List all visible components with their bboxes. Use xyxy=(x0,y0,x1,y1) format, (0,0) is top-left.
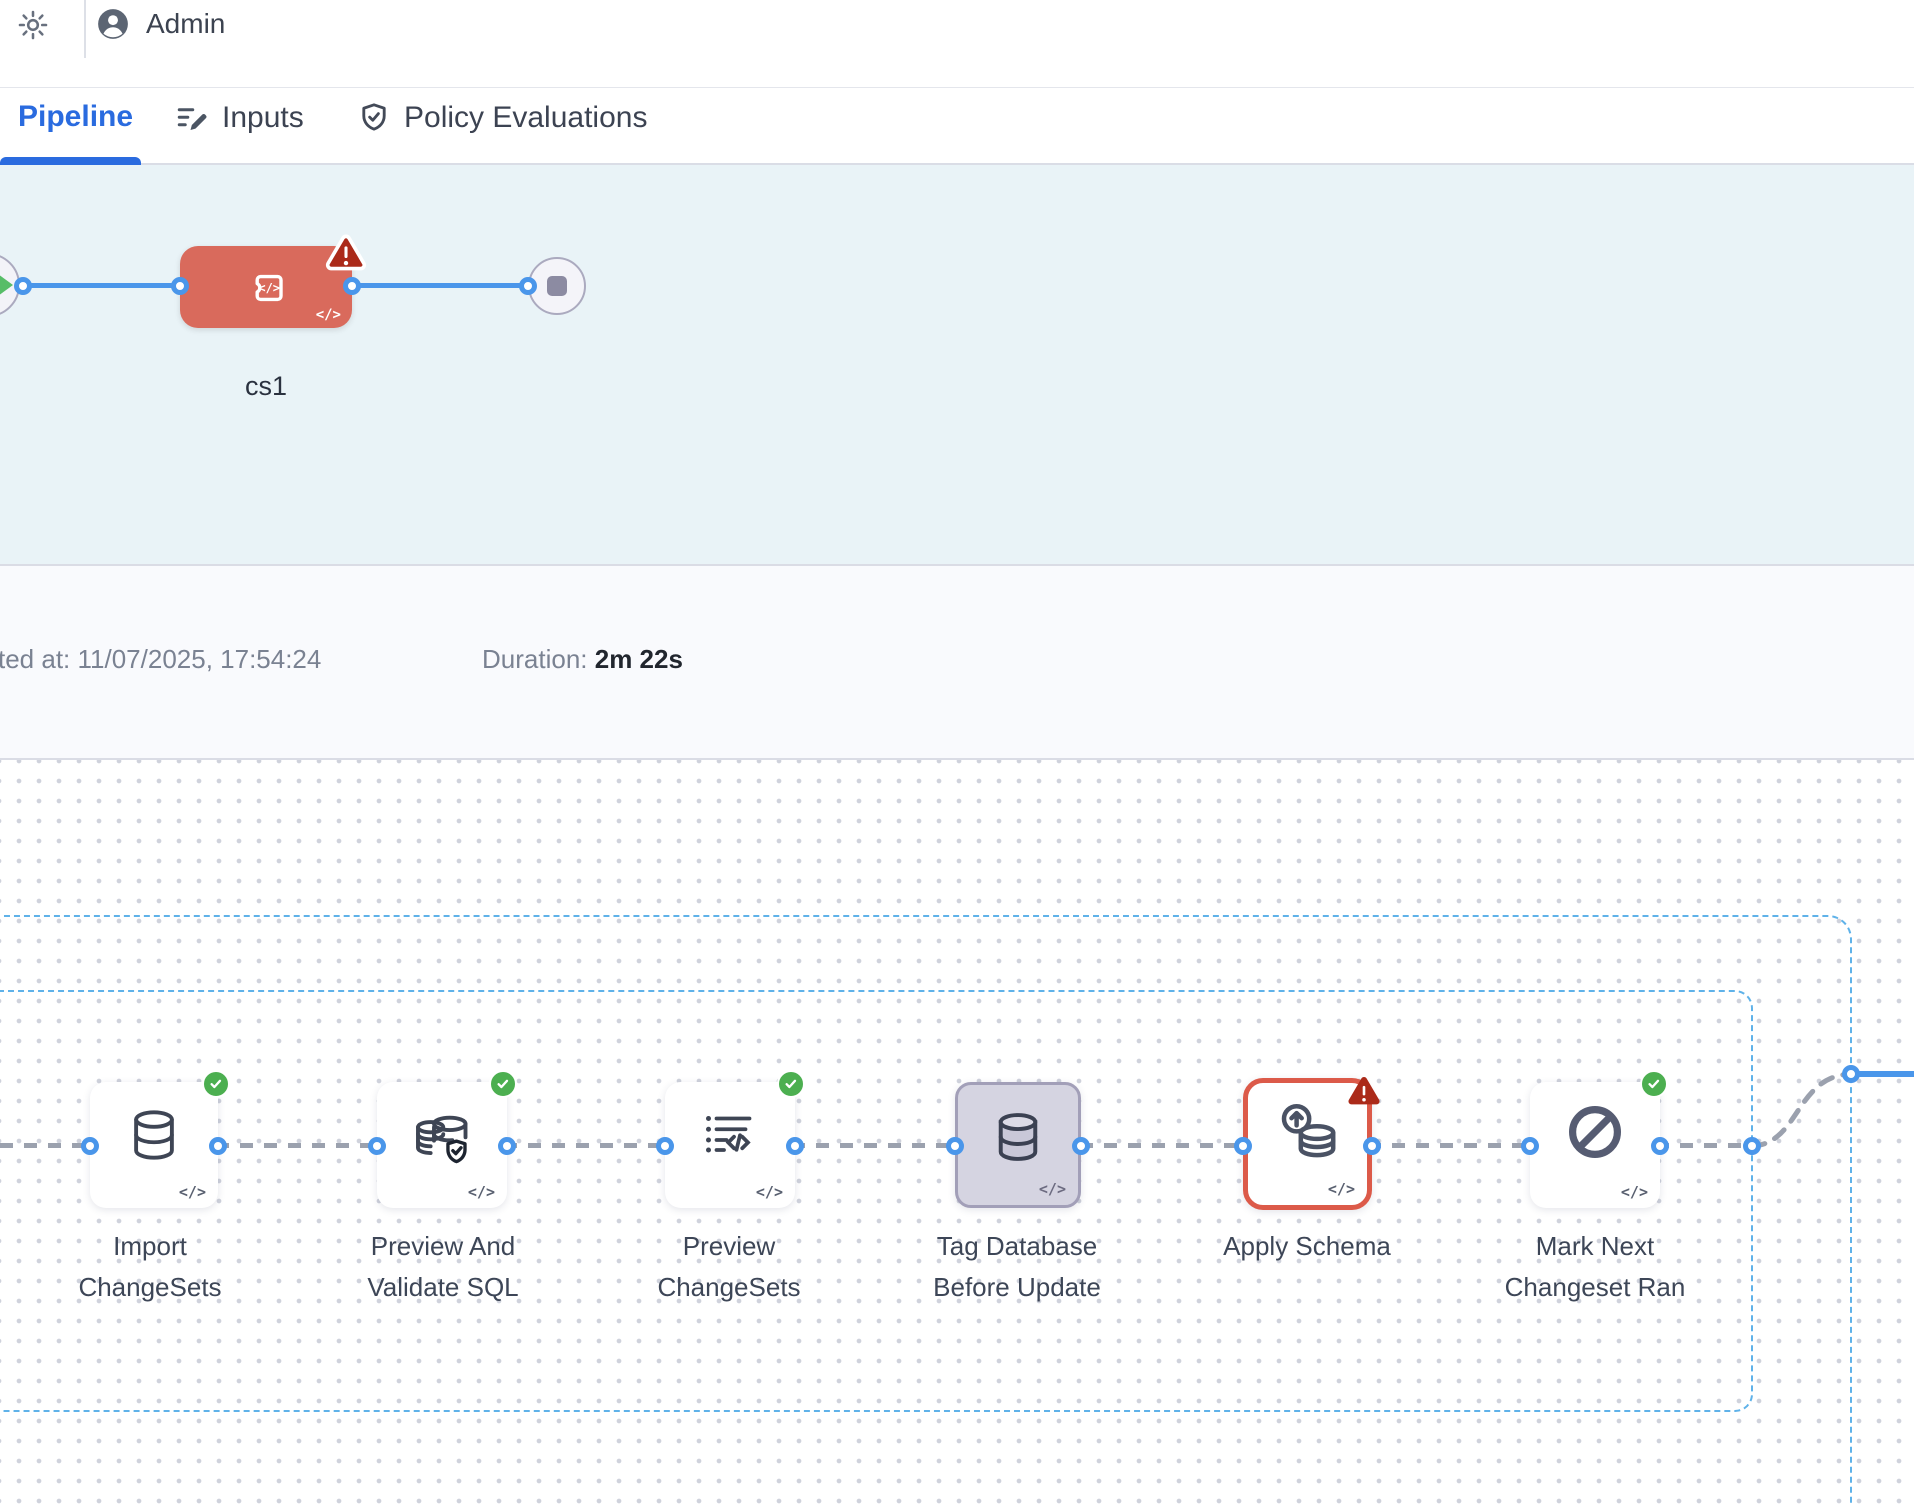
port-dot xyxy=(81,1137,99,1155)
step-import-changesets[interactable]: </> xyxy=(90,1082,218,1208)
step-tag-database-before-update[interactable]: </> xyxy=(955,1082,1081,1208)
step-label: Preview And Validate SQL xyxy=(303,1226,583,1308)
success-badge-icon xyxy=(1640,1070,1668,1098)
step-mark-next-changeset-ran[interactable]: </> xyxy=(1530,1082,1660,1208)
step-preview-and-validate-sql[interactable]: </> xyxy=(377,1082,507,1208)
pipeline-execution-page: Admin Pipeline Inputs Policy Ev xyxy=(0,0,1914,1506)
step-label: Apply Schema xyxy=(1167,1226,1447,1267)
user-avatar-icon xyxy=(96,7,130,41)
port-dot xyxy=(14,277,32,295)
edge-start-to-cs1 xyxy=(23,283,180,288)
port-dot xyxy=(1842,1065,1860,1083)
port-dot xyxy=(1521,1137,1539,1155)
duration-value: 2m 22s xyxy=(595,644,683,674)
shield-check-icon xyxy=(356,100,392,136)
code-glyph: </> xyxy=(1039,1180,1066,1198)
step-label: Import ChangeSets xyxy=(10,1226,290,1308)
code-glyph: </> xyxy=(756,1183,783,1201)
node-cs1[interactable]: </> </> xyxy=(180,246,352,328)
success-badge-icon xyxy=(777,1070,805,1098)
code-glyph: </> xyxy=(1621,1183,1648,1201)
port-dot xyxy=(1072,1137,1090,1155)
upper-pipeline-canvas: </> </> cs1 xyxy=(0,165,1914,564)
tab-inputs[interactable]: Inputs xyxy=(174,100,304,136)
topbar-divider xyxy=(84,0,86,58)
prohibited-icon xyxy=(1563,1100,1627,1164)
play-icon xyxy=(0,274,13,296)
step-label: Tag Database Before Update xyxy=(877,1226,1157,1308)
plugin-code-icon: </> xyxy=(243,263,291,311)
port-dot xyxy=(656,1137,674,1155)
code-glyph: </> xyxy=(316,307,341,323)
step-label: Preview ChangeSets xyxy=(589,1226,869,1308)
tab-pipeline[interactable]: Pipeline xyxy=(18,100,133,134)
tab-bar: Pipeline Inputs Policy Evaluations xyxy=(0,88,1914,165)
port-dot xyxy=(1363,1137,1381,1155)
success-badge-icon xyxy=(202,1070,230,1098)
duration-text: Duration: 2m 22s xyxy=(482,644,683,675)
list-code-icon xyxy=(700,1106,760,1166)
port-dot xyxy=(1234,1137,1252,1155)
user-menu[interactable]: Admin xyxy=(96,4,225,44)
port-dot xyxy=(786,1137,804,1155)
code-glyph: </> xyxy=(179,1183,206,1201)
stop-icon xyxy=(547,276,567,296)
port-dot xyxy=(519,277,537,295)
step-label: Mark Next Changeset Ran xyxy=(1455,1226,1735,1308)
database-icon xyxy=(125,1106,183,1164)
port-dot xyxy=(1651,1137,1669,1155)
node-cs1-label: cs1 xyxy=(186,371,346,402)
port-dot xyxy=(368,1137,386,1155)
port-dot xyxy=(209,1137,227,1155)
port-dot xyxy=(1743,1137,1761,1155)
user-label: Admin xyxy=(146,8,225,40)
success-badge-icon xyxy=(489,1070,517,1098)
port-dot xyxy=(171,277,189,295)
gear-icon[interactable] xyxy=(16,8,50,42)
error-badge-icon xyxy=(1345,1075,1383,1109)
database-tag-icon xyxy=(990,1109,1046,1165)
code-glyph: </> xyxy=(468,1183,495,1201)
duration-label: Duration: xyxy=(482,644,588,674)
active-tab-underline xyxy=(0,157,141,165)
error-badge-icon xyxy=(324,234,368,274)
port-dot xyxy=(946,1137,964,1155)
exit-edge-line xyxy=(1851,1071,1914,1077)
edit-inputs-icon xyxy=(174,100,210,136)
started-at-text: ted at: 11/07/2025, 17:54:24 xyxy=(0,644,321,675)
tab-policy-evaluations[interactable]: Policy Evaluations xyxy=(356,100,647,136)
execution-status-bar: ted at: 11/07/2025, 17:54:24 Duration: 2… xyxy=(0,564,1914,760)
code-glyph: </> xyxy=(1328,1180,1355,1198)
database-upload-icon xyxy=(1272,1099,1344,1171)
step-preview-changesets[interactable]: </> xyxy=(665,1082,795,1208)
svg-text:</>: </> xyxy=(258,281,280,295)
edge-cs1-to-end xyxy=(352,283,528,288)
port-dot xyxy=(498,1137,516,1155)
top-bar: Admin xyxy=(0,0,1914,88)
stage-graph-canvas: </> Import ChangeSets xyxy=(0,760,1914,1506)
database-validate-icon xyxy=(411,1106,473,1168)
port-dot xyxy=(343,277,361,295)
